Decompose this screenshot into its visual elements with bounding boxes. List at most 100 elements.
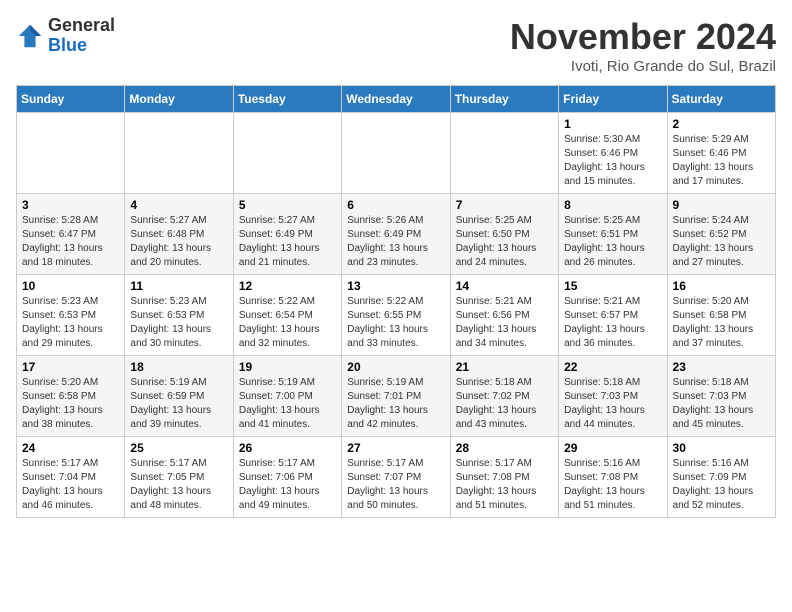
day-number: 23 <box>673 360 770 374</box>
day-info: Sunrise: 5:20 AM Sunset: 6:58 PM Dayligh… <box>673 295 770 351</box>
day-cell-6: 2 Sunrise: 5:29 AM Sunset: 6:46 PM Daylig… <box>667 113 775 194</box>
day-cell-12: 8 Sunrise: 5:25 AM Sunset: 6:51 PM Daylig… <box>559 194 667 275</box>
day-number: 29 <box>564 441 661 455</box>
day-info: Sunrise: 5:29 AM Sunset: 6:46 PM Dayligh… <box>673 133 770 189</box>
day-cell-11: 7 Sunrise: 5:25 AM Sunset: 6:50 PM Daylig… <box>450 194 558 275</box>
day-cell-16: 12 Sunrise: 5:22 AM Sunset: 6:54 PM Dayli… <box>233 275 341 356</box>
day-cell-19: 15 Sunrise: 5:21 AM Sunset: 6:57 PM Dayli… <box>559 275 667 356</box>
day-number: 27 <box>347 441 444 455</box>
logo-general: General <box>48 15 115 35</box>
day-cell-2 <box>233 113 341 194</box>
day-cell-21: 17 Sunrise: 5:20 AM Sunset: 6:58 PM Dayli… <box>17 356 125 437</box>
day-cell-10: 6Sunrise: 5:26 AM Sunset: 6:49 PM Daylig… <box>342 194 450 275</box>
day-info: Sunrise: 5:16 AM Sunset: 7:09 PM Dayligh… <box>673 457 770 513</box>
day-cell-29: 25 Sunrise: 5:17 AM Sunset: 7:05 PM Dayli… <box>125 437 233 518</box>
page-header: General Blue November 2024 Ivoti, Rio Gr… <box>16 16 776 75</box>
day-cell-28: 24 Sunrise: 5:17 AM Sunset: 7:04 PM Dayli… <box>17 437 125 518</box>
day-info: Sunrise: 5:19 AM Sunset: 7:00 PM Dayligh… <box>239 376 336 432</box>
day-cell-30: 26 Sunrise: 5:17 AM Sunset: 7:06 PM Dayli… <box>233 437 341 518</box>
day-cell-0 <box>17 113 125 194</box>
day-info: Sunrise: 5:27 AM Sunset: 6:49 PM Dayligh… <box>239 214 336 270</box>
day-number: 4 <box>130 198 227 212</box>
day-cell-17: 13 Sunrise: 5:22 AM Sunset: 6:55 PM Dayli… <box>342 275 450 356</box>
day-cell-32: 28Sunrise: 5:17 AM Sunset: 7:08 PM Dayli… <box>450 437 558 518</box>
day-cell-14: 10Sunrise: 5:23 AM Sunset: 6:53 PM Dayli… <box>17 275 125 356</box>
calendar-table: SundayMondayTuesdayWednesdayThursdayFrid… <box>16 85 776 518</box>
weekday-header-row: SundayMondayTuesdayWednesdayThursdayFrid… <box>17 86 776 113</box>
weekday-saturday: Saturday <box>667 86 775 113</box>
day-number: 1 <box>564 117 661 131</box>
day-number: 11 <box>130 279 227 293</box>
day-info: Sunrise: 5:17 AM Sunset: 7:06 PM Dayligh… <box>239 457 336 513</box>
title-section: November 2024 Ivoti, Rio Grande do Sul, … <box>510 16 776 75</box>
day-cell-25: 21 Sunrise: 5:18 AM Sunset: 7:02 PM Dayli… <box>450 356 558 437</box>
day-info: Sunrise: 5:24 AM Sunset: 6:52 PM Dayligh… <box>673 214 770 270</box>
day-cell-18: 14Sunrise: 5:21 AM Sunset: 6:56 PM Dayli… <box>450 275 558 356</box>
day-number: 15 <box>564 279 661 293</box>
day-number: 18 <box>130 360 227 374</box>
day-number: 20 <box>347 360 444 374</box>
weekday-wednesday: Wednesday <box>342 86 450 113</box>
day-number: 9 <box>673 198 770 212</box>
day-number: 25 <box>130 441 227 455</box>
calendar-body: 1 Sunrise: 5:30 AM Sunset: 6:46 PM Daylig… <box>17 113 776 518</box>
day-cell-24: 20 Sunrise: 5:19 AM Sunset: 7:01 PM Dayli… <box>342 356 450 437</box>
day-info: Sunrise: 5:17 AM Sunset: 7:08 PM Dayligh… <box>456 457 553 513</box>
weekday-tuesday: Tuesday <box>233 86 341 113</box>
day-info: Sunrise: 5:17 AM Sunset: 7:04 PM Dayligh… <box>22 457 119 513</box>
day-cell-23: 19Sunrise: 5:19 AM Sunset: 7:00 PM Dayli… <box>233 356 341 437</box>
day-number: 26 <box>239 441 336 455</box>
weekday-thursday: Thursday <box>450 86 558 113</box>
day-number: 16 <box>673 279 770 293</box>
day-number: 24 <box>22 441 119 455</box>
day-cell-27: 23Sunrise: 5:18 AM Sunset: 7:03 PM Dayli… <box>667 356 775 437</box>
day-number: 13 <box>347 279 444 293</box>
day-info: Sunrise: 5:17 AM Sunset: 7:07 PM Dayligh… <box>347 457 444 513</box>
day-info: Sunrise: 5:21 AM Sunset: 6:57 PM Dayligh… <box>564 295 661 351</box>
day-info: Sunrise: 5:25 AM Sunset: 6:51 PM Dayligh… <box>564 214 661 270</box>
day-info: Sunrise: 5:19 AM Sunset: 6:59 PM Dayligh… <box>130 376 227 432</box>
week-row-3: 10 Sunrise: 5:23 AM Sunset: 6:53 PM Dayli… <box>17 275 776 356</box>
day-number: 22 <box>564 360 661 374</box>
day-cell-20: 16 Sunrise: 5:20 AM Sunset: 6:58 PM Dayli… <box>667 275 775 356</box>
weekday-sunday: Sunday <box>17 86 125 113</box>
day-cell-1 <box>125 113 233 194</box>
day-number: 14 <box>456 279 553 293</box>
week-row-5: 24 Sunrise: 5:17 AM Sunset: 7:04 PM Dayli… <box>17 437 776 518</box>
week-row-4: 17 Sunrise: 5:20 AM Sunset: 6:58 PM Dayli… <box>17 356 776 437</box>
weekday-friday: Friday <box>559 86 667 113</box>
month-title: November 2024 <box>510 16 776 58</box>
day-info: Sunrise: 5:16 AM Sunset: 7:08 PM Dayligh… <box>564 457 661 513</box>
day-info: Sunrise: 5:22 AM Sunset: 6:54 PM Dayligh… <box>239 295 336 351</box>
day-info: Sunrise: 5:28 AM Sunset: 6:47 PM Dayligh… <box>22 214 119 270</box>
day-number: 5 <box>239 198 336 212</box>
day-info: Sunrise: 5:22 AM Sunset: 6:55 PM Dayligh… <box>347 295 444 351</box>
day-info: Sunrise: 5:17 AM Sunset: 7:05 PM Dayligh… <box>130 457 227 513</box>
week-row-1: 1 Sunrise: 5:30 AM Sunset: 6:46 PM Daylig… <box>17 113 776 194</box>
day-info: Sunrise: 5:25 AM Sunset: 6:50 PM Dayligh… <box>456 214 553 270</box>
day-cell-9: 5 Sunrise: 5:27 AM Sunset: 6:49 PM Daylig… <box>233 194 341 275</box>
location: Ivoti, Rio Grande do Sul, Brazil <box>510 58 776 75</box>
day-cell-5: 1 Sunrise: 5:30 AM Sunset: 6:46 PM Daylig… <box>559 113 667 194</box>
day-number: 12 <box>239 279 336 293</box>
day-info: Sunrise: 5:27 AM Sunset: 6:48 PM Dayligh… <box>130 214 227 270</box>
day-number: 10 <box>22 279 119 293</box>
day-number: 2 <box>673 117 770 131</box>
day-cell-15: 11 Sunrise: 5:23 AM Sunset: 6:53 PM Dayli… <box>125 275 233 356</box>
day-number: 7 <box>456 198 553 212</box>
day-cell-22: 18 Sunrise: 5:19 AM Sunset: 6:59 PM Dayli… <box>125 356 233 437</box>
day-cell-26: 22 Sunrise: 5:18 AM Sunset: 7:03 PM Dayli… <box>559 356 667 437</box>
day-number: 17 <box>22 360 119 374</box>
day-info: Sunrise: 5:30 AM Sunset: 6:46 PM Dayligh… <box>564 133 661 189</box>
day-info: Sunrise: 5:20 AM Sunset: 6:58 PM Dayligh… <box>22 376 119 432</box>
day-number: 6 <box>347 198 444 212</box>
day-cell-7: 3Sunrise: 5:28 AM Sunset: 6:47 PM Daylig… <box>17 194 125 275</box>
day-info: Sunrise: 5:23 AM Sunset: 6:53 PM Dayligh… <box>130 295 227 351</box>
day-number: 8 <box>564 198 661 212</box>
day-info: Sunrise: 5:18 AM Sunset: 7:03 PM Dayligh… <box>564 376 661 432</box>
day-info: Sunrise: 5:18 AM Sunset: 7:02 PM Dayligh… <box>456 376 553 432</box>
day-cell-34: 30Sunrise: 5:16 AM Sunset: 7:09 PM Dayli… <box>667 437 775 518</box>
day-number: 21 <box>456 360 553 374</box>
day-info: Sunrise: 5:19 AM Sunset: 7:01 PM Dayligh… <box>347 376 444 432</box>
day-cell-3 <box>342 113 450 194</box>
